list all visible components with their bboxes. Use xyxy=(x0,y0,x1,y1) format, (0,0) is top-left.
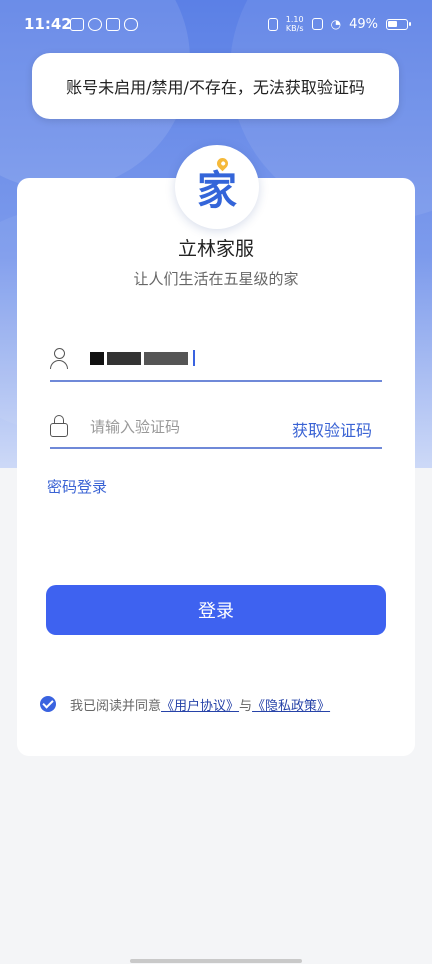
network-speed-value: 1.10 xyxy=(285,15,304,24)
login-button[interactable]: 登录 xyxy=(46,585,386,635)
agreement-joiner: 与 xyxy=(239,698,253,714)
network-speed-unit: KB/s xyxy=(285,24,304,33)
status-bar: 11:42 1.10 KB/s ◔ 49% xyxy=(0,0,432,50)
phone-field[interactable] xyxy=(50,340,382,382)
app-logo: 家 xyxy=(175,145,259,229)
lock-icon xyxy=(50,415,68,437)
notification-icon xyxy=(70,18,84,31)
phone-input-masked[interactable] xyxy=(90,348,195,368)
code-field[interactable]: 获取验证码 xyxy=(50,407,382,449)
mail-icon xyxy=(106,18,120,31)
redacted-block xyxy=(90,351,104,365)
toast-message: 账号未启用/禁用/不存在，无法获取验证码 xyxy=(32,53,399,119)
vibrate-icon xyxy=(267,17,278,31)
user-icon xyxy=(50,348,68,370)
message-icon xyxy=(124,18,138,31)
logo-glyph: 家 xyxy=(197,168,237,214)
status-right: 1.10 KB/s ◔ 49% xyxy=(267,15,411,33)
notification-icon xyxy=(88,18,102,31)
battery-level: 49% xyxy=(349,16,378,32)
status-time: 11:42 xyxy=(24,15,72,33)
user-agreement-link[interactable]: 《用户协议》 xyxy=(161,695,239,714)
sim-off-icon xyxy=(311,18,323,30)
verification-code-input[interactable] xyxy=(88,414,272,440)
home-indicator[interactable] xyxy=(130,959,302,963)
agreement-prefix: 我已阅读并同意 xyxy=(70,698,162,714)
redacted-block xyxy=(107,351,141,365)
network-speed: 1.10 KB/s xyxy=(286,15,304,33)
login-card xyxy=(17,178,415,756)
agreement-row: 我已阅读并同意 《用户协议》 与 《隐私政策》 xyxy=(40,694,330,714)
app-title: 立林家服 xyxy=(177,238,254,260)
agree-checkbox[interactable] xyxy=(40,696,56,712)
password-login-link[interactable]: 密码登录 xyxy=(47,476,107,497)
wifi-icon: ◔ xyxy=(330,17,342,31)
redacted-block xyxy=(144,351,188,365)
app-slogan: 让人们生活在五星级的家 xyxy=(133,270,299,288)
battery-icon xyxy=(386,18,411,30)
get-code-button[interactable]: 获取验证码 xyxy=(292,417,372,441)
text-cursor xyxy=(193,350,195,366)
privacy-policy-link[interactable]: 《隐私政策》 xyxy=(252,695,330,714)
